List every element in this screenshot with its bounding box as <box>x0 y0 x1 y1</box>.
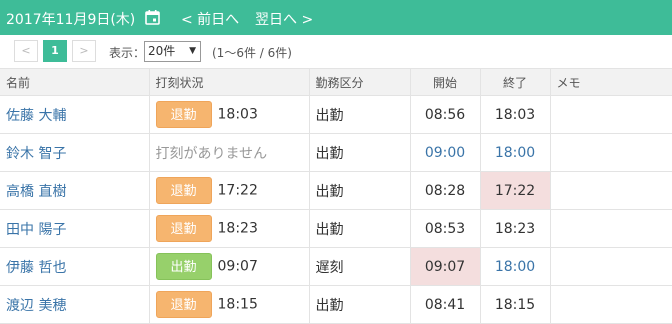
next-page-button[interactable]: > <box>72 40 96 62</box>
employee-name-link[interactable]: 佐藤 大輔 <box>0 95 150 134</box>
current-date: 2017年11月9日(木) <box>6 12 136 28</box>
stamp-cell: 退勤 18:03 <box>149 95 310 134</box>
prev-day-link[interactable]: < 前日へ <box>181 9 239 29</box>
start-time: 08:41 <box>410 285 481 324</box>
calendar-icon[interactable] <box>145 10 160 25</box>
start-time: 08:56 <box>410 95 481 134</box>
stamp-time: 09:07 <box>217 258 258 275</box>
table-row: 佐藤 大輔 退勤 18:03 出勤 08:56 18:03 <box>0 95 672 134</box>
employee-name-link[interactable]: 鈴木 智子 <box>0 133 150 172</box>
date-header: 2017年11月9日(木) < 前日へ 翌日へ > <box>0 0 672 35</box>
status-badge: 退勤 <box>155 101 212 128</box>
start-time: 09:07 <box>410 247 481 286</box>
end-time: 18:23 <box>480 209 551 248</box>
status-badge: 出勤 <box>155 253 212 280</box>
memo-cell <box>550 171 672 210</box>
start-time: 09:00 <box>410 133 481 172</box>
stamp-time: 17:22 <box>217 182 258 199</box>
start-time: 08:53 <box>410 209 481 248</box>
memo-cell <box>550 247 672 286</box>
prev-page-button[interactable]: < <box>14 40 38 62</box>
division-cell: 出勤 <box>309 209 411 248</box>
employee-name-link[interactable]: 高橋 直樹 <box>0 171 150 210</box>
table-row: 高橋 直樹 退勤 17:22 出勤 08:28 17:22 <box>0 171 672 210</box>
status-badge: 退勤 <box>155 291 212 318</box>
stamp-cell: 退勤 18:15 <box>149 285 310 324</box>
pagination-toolbar: < 1 > 表示： 20件 ▼ (1〜6件 / 6件) <box>0 35 672 68</box>
status-badge: 退勤 <box>155 177 212 204</box>
employee-name-link[interactable]: 渡辺 美穂 <box>0 285 150 324</box>
page-1-button[interactable]: 1 <box>43 40 67 62</box>
employee-name-link[interactable]: 田中 陽子 <box>0 209 150 248</box>
col-header-memo: メモ <box>550 68 672 96</box>
no-stamp-text: 打刻がありません <box>155 145 268 162</box>
col-header-end[interactable]: 終了 <box>480 68 551 96</box>
table-header-row: 名前 打刻状況 勤務区分 開始 終了 メモ <box>0 68 672 96</box>
table-row: 伊藤 哲也 出勤 09:07 遅刻 09:07 18:00 <box>0 247 672 286</box>
end-time: 18:00 <box>480 133 551 172</box>
per-page-value: 20件 <box>148 44 176 58</box>
end-time: 18:00 <box>480 247 551 286</box>
stamp-cell: 退勤 18:23 <box>149 209 310 248</box>
col-header-name[interactable]: 名前 <box>0 68 150 96</box>
next-day-link[interactable]: 翌日へ > <box>255 9 313 29</box>
employee-name-link[interactable]: 伊藤 哲也 <box>0 247 150 286</box>
stamp-cell: 退勤 17:22 <box>149 171 310 210</box>
memo-cell <box>550 95 672 134</box>
start-time: 08:28 <box>410 171 481 210</box>
division-cell: 出勤 <box>309 171 411 210</box>
stamp-time: 18:15 <box>217 296 258 313</box>
col-header-stamp[interactable]: 打刻状況 <box>149 68 310 96</box>
division-cell: 出勤 <box>309 285 411 324</box>
table-row: 鈴木 智子 打刻がありません 出勤 09:00 18:00 <box>0 133 672 172</box>
display-label: 表示： <box>109 46 146 60</box>
stamp-cell: 打刻がありません <box>149 133 310 172</box>
end-time: 18:03 <box>480 95 551 134</box>
result-count: (1〜6件 / 6件) <box>212 46 292 60</box>
attendance-table: 名前 打刻状況 勤務区分 開始 終了 メモ 佐藤 大輔 退勤 18:03 出勤 0… <box>0 68 672 324</box>
end-time: 17:22 <box>480 171 551 210</box>
division-cell: 遅刻 <box>309 247 411 286</box>
chevron-down-icon: ▼ <box>189 46 196 56</box>
end-time: 18:15 <box>480 285 551 324</box>
division-cell: 出勤 <box>309 133 411 172</box>
stamp-cell: 出勤 09:07 <box>149 247 310 286</box>
col-header-division[interactable]: 勤務区分 <box>309 68 411 96</box>
memo-cell <box>550 133 672 172</box>
memo-cell <box>550 209 672 248</box>
status-badge: 退勤 <box>155 215 212 242</box>
col-header-start[interactable]: 開始 <box>410 68 481 96</box>
division-cell: 出勤 <box>309 95 411 134</box>
table-row: 田中 陽子 退勤 18:23 出勤 08:53 18:23 <box>0 209 672 248</box>
per-page-select[interactable]: 20件 ▼ <box>144 41 201 62</box>
stamp-time: 18:23 <box>217 220 258 237</box>
memo-cell <box>550 285 672 324</box>
stamp-time: 18:03 <box>217 106 258 123</box>
table-row: 渡辺 美穂 退勤 18:15 出勤 08:41 18:15 <box>0 285 672 324</box>
